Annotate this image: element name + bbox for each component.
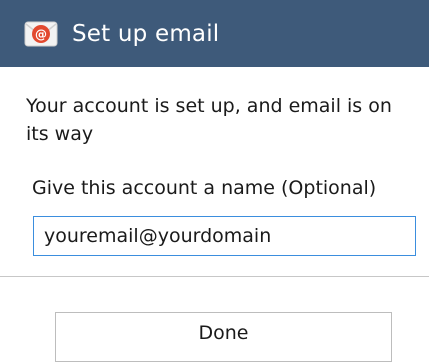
divider [0, 276, 429, 277]
setup-complete-message: Your account is set up, and email is on … [26, 95, 392, 145]
page-title: Set up email [72, 20, 220, 47]
title-bar: @ Set up email [0, 0, 429, 67]
account-name-label: Give this account a name (Optional) [32, 177, 377, 199]
account-name-input[interactable] [33, 216, 416, 256]
svg-text:@: @ [35, 27, 47, 41]
email-app-icon: @ [24, 21, 58, 46]
